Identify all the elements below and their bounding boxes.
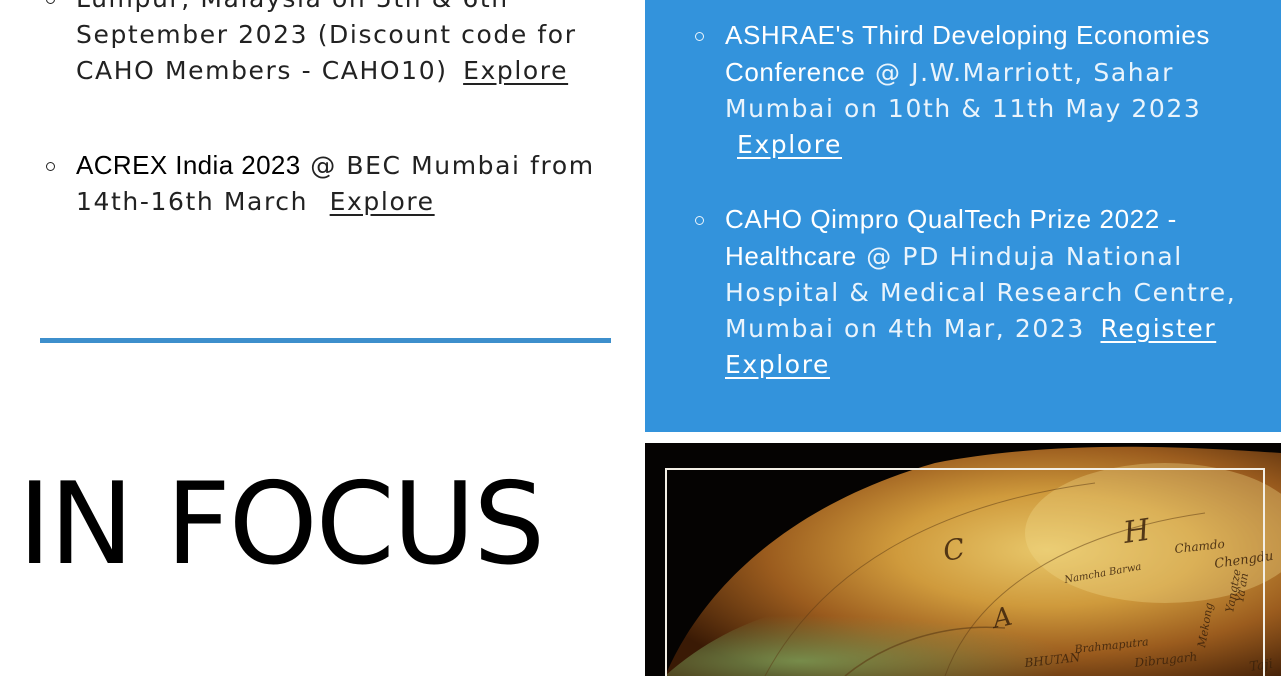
section-heading: IN FOCUS xyxy=(18,458,545,590)
section-divider xyxy=(40,338,611,343)
list-item: ACREX India 2023 @ BEC Mumbai from 14th-… xyxy=(46,147,616,220)
list-item: ASHRAE's Third Developing Economies Conf… xyxy=(695,17,1265,163)
list-item: CAHO Qimpro QualTech Prize 2022 - Health… xyxy=(695,201,1265,383)
explore-link[interactable]: Explore xyxy=(330,187,435,216)
explore-link[interactable]: Explore xyxy=(737,130,842,159)
register-link[interactable]: Register xyxy=(1100,314,1216,343)
right-events-list: ASHRAE's Third Developing Economies Conf… xyxy=(695,17,1265,421)
list-item: Lumpur, Malaysia on 5th & 6th September … xyxy=(46,0,616,89)
globe-image: H C A Chengdu Chamdo Ya'an Namcha Barwa Yangtze… xyxy=(645,443,1281,676)
explore-link[interactable]: Explore xyxy=(463,56,568,85)
explore-link[interactable]: Explore xyxy=(725,350,830,379)
event-title: ACREX India 2023 xyxy=(76,150,301,180)
left-events-list: Lumpur, Malaysia on 5th & 6th September … xyxy=(46,0,616,278)
